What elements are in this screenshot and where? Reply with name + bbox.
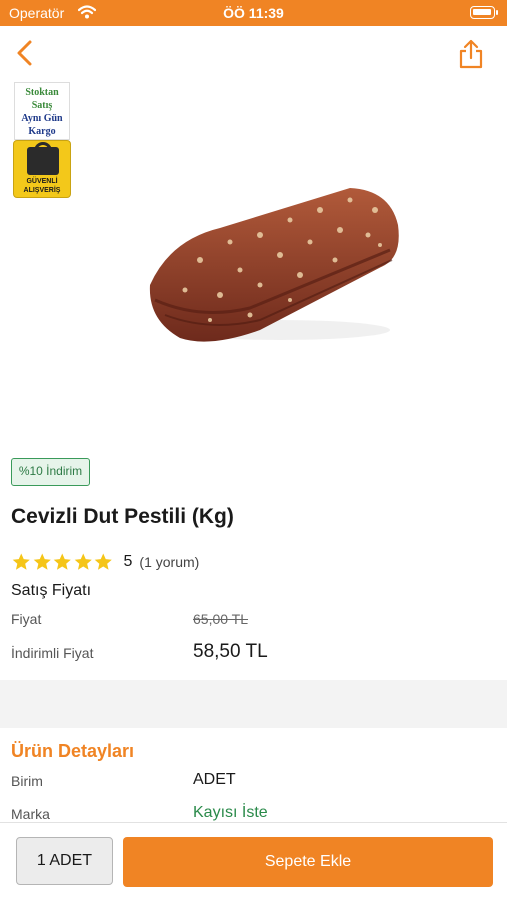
secure-shopping-text: GÜVENLİ ALIŞVERİŞ: [14, 177, 70, 195]
product-title: Cevizli Dut Pestili (Kg): [11, 505, 234, 528]
badge-line: Stoktan: [25, 87, 59, 98]
star-icon: [12, 553, 30, 570]
unit-label: Birim: [11, 773, 43, 789]
clock: ÖÖ 11:39: [223, 5, 284, 21]
same-day-shipping-badge: Stoktan Satış Aynı Gün Kargo: [14, 82, 70, 140]
rating-row[interactable]: 5 (1 yorum): [11, 550, 199, 574]
product-image: [149, 188, 399, 342]
badge-line: Aynı Gün: [21, 113, 63, 124]
back-arrow-icon[interactable]: [12, 38, 40, 68]
battery-fill: [473, 9, 491, 15]
badge-line: Satış: [31, 100, 53, 111]
unit-value: ADET: [193, 771, 236, 788]
badge-line: Kargo: [28, 126, 56, 137]
star-icon: [94, 553, 112, 570]
star-icon: [74, 553, 92, 570]
rating-stars: [11, 551, 114, 573]
star-icon: [33, 553, 51, 570]
brand-label: Marka: [11, 806, 50, 822]
section-divider: [0, 680, 507, 728]
bottom-action-bar: 1 ADET Sepete Ekle: [0, 822, 507, 900]
price-label: Fiyat: [11, 611, 42, 627]
status-bar: Operatör ÖÖ 11:39: [0, 0, 507, 26]
badge-line: ALIŞVERİŞ: [23, 187, 61, 194]
share-icon[interactable]: [457, 38, 485, 70]
secure-shopping-badge: GÜVENLİ ALIŞVERİŞ: [13, 140, 71, 198]
review-count-link[interactable]: (1 yorum): [139, 554, 199, 570]
discount-badge: %10 İndirim: [11, 458, 90, 486]
price-section-heading: Satış Fiyatı: [11, 582, 92, 599]
product-details-heading: Ürün Detayları: [11, 741, 135, 761]
badge-line: GÜVENLİ: [26, 178, 58, 185]
star-icon: [53, 553, 71, 570]
quantity-selector[interactable]: 1 ADET: [16, 837, 113, 885]
rating-score: 5: [123, 553, 133, 570]
add-to-cart-button[interactable]: Sepete Ekle: [123, 837, 493, 887]
brand-link[interactable]: Kayısı İste: [193, 804, 268, 822]
original-price: 65,00 TL: [193, 611, 249, 627]
shopping-bag-body: [27, 147, 59, 175]
discounted-price: 58,50 TL: [193, 641, 268, 662]
battery-icon: [470, 6, 498, 19]
discounted-price-label: İndirimli Fiyat: [11, 645, 94, 661]
